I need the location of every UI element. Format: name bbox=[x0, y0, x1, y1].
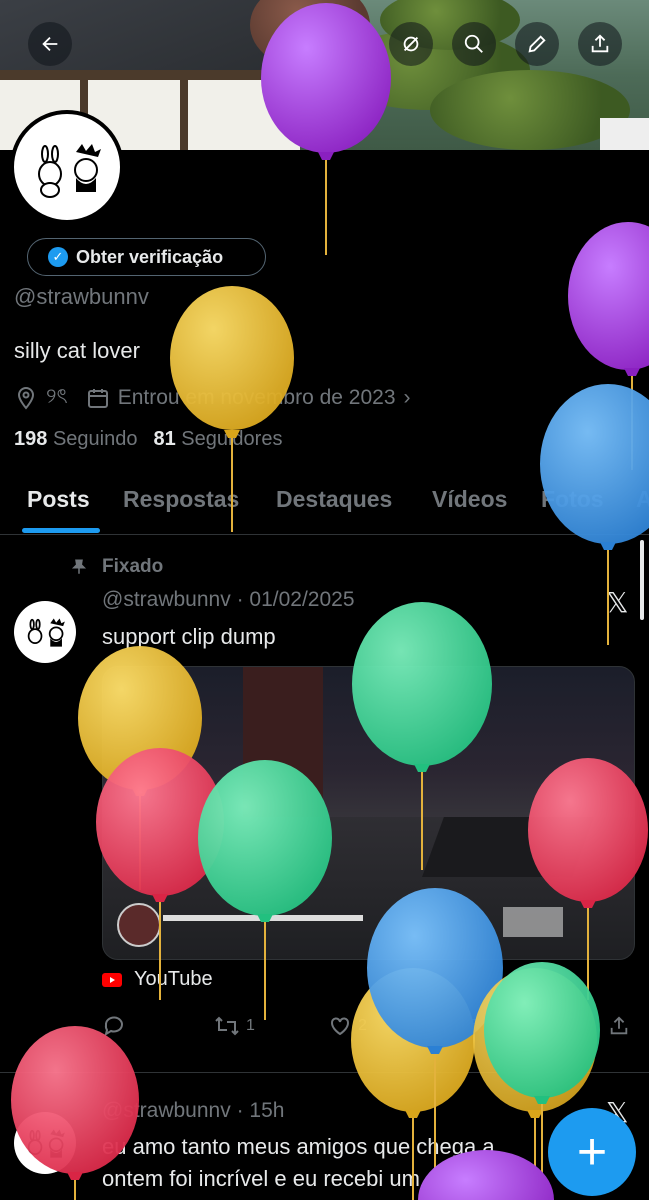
balloons-overlay bbox=[11, 3, 649, 1200]
balloon bbox=[96, 748, 224, 1000]
balloon bbox=[11, 1026, 139, 1200]
plus-icon: + bbox=[576, 1123, 608, 1181]
balloon bbox=[198, 760, 332, 1020]
balloon bbox=[418, 1150, 554, 1200]
balloon bbox=[170, 286, 294, 532]
balloon bbox=[352, 602, 492, 870]
compose-button[interactable]: + bbox=[548, 1108, 636, 1196]
balloon bbox=[540, 384, 649, 645]
balloon bbox=[261, 3, 391, 255]
